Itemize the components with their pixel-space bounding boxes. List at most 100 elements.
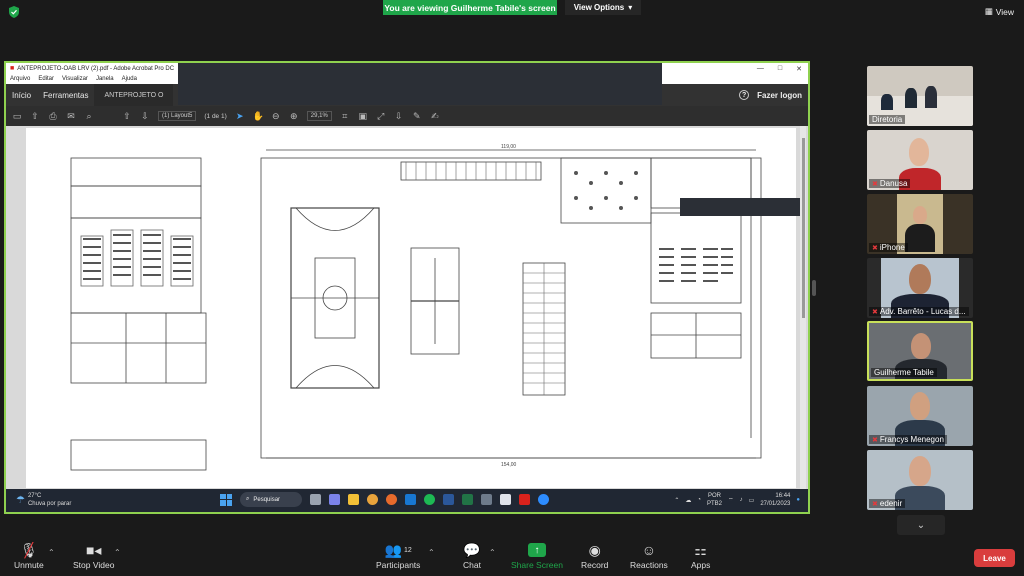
- download-icon[interactable]: ⇩: [394, 111, 404, 121]
- search-icon[interactable]: ⌕: [84, 111, 94, 121]
- view-options-button[interactable]: View Options ▾: [565, 0, 641, 15]
- video-tile-barreto[interactable]: ✖ Adv. Barrêto - Lucas d...: [867, 258, 973, 318]
- apps-button[interactable]: ⚏ Apps: [691, 540, 710, 571]
- participants-button[interactable]: 👥 12 Participants: [376, 540, 420, 571]
- page-indicator[interactable]: (1) Layout5: [158, 111, 197, 121]
- document-area[interactable]: 119,00 154,00: [6, 126, 808, 489]
- zoom-in-icon[interactable]: ⊕: [289, 111, 299, 121]
- reactions-button[interactable]: ☺ Reactions: [630, 540, 668, 570]
- notification-icon[interactable]: ●: [796, 497, 800, 503]
- zoom-out-icon[interactable]: ⊖: [271, 111, 281, 121]
- menu-visualizar[interactable]: Visualizar: [62, 76, 88, 82]
- login-link[interactable]: Fazer logon: [757, 91, 802, 100]
- video-tile-guilherme[interactable]: Guilherme Tabile: [867, 321, 973, 381]
- print-icon[interactable]: ⎙: [48, 111, 58, 121]
- share-screen-button[interactable]: ↑ Share Screen: [511, 540, 563, 570]
- record-button[interactable]: ◉ Record: [581, 540, 608, 571]
- volume-icon[interactable]: ♪: [740, 497, 743, 503]
- gallery-scroll-down-button[interactable]: ⌄: [897, 515, 945, 535]
- help-icon[interactable]: ?: [739, 90, 750, 100]
- grid-icon: ▦: [984, 6, 993, 16]
- participant-name-label: Adv. Barrêto - Lucas d...: [879, 307, 966, 316]
- upload-icon[interactable]: ⇧: [30, 111, 40, 121]
- chrome-icon[interactable]: [367, 494, 378, 505]
- select-cursor-icon[interactable]: ➤: [235, 111, 245, 121]
- chat-label: Chat: [463, 560, 481, 570]
- mail-app-icon[interactable]: [500, 494, 511, 505]
- zoom-field[interactable]: 29,1%: [306, 111, 332, 121]
- task-view-icon[interactable]: [310, 494, 321, 505]
- cloud-icon[interactable]: ☁: [685, 497, 691, 504]
- search-icon: ⌕: [246, 496, 250, 502]
- menu-arquivo[interactable]: Arquivo: [10, 76, 30, 82]
- chat-icon: 💬: [463, 541, 481, 558]
- person-face: [909, 264, 931, 294]
- network-icon[interactable]: ◔: [697, 497, 701, 503]
- wifi-icon[interactable]: ⌔: [728, 496, 734, 504]
- scrollbar-thumb[interactable]: [802, 138, 805, 318]
- security-shield-icon[interactable]: [8, 6, 20, 18]
- video-options-caret-icon[interactable]: ⌃: [114, 548, 121, 557]
- chat-button[interactable]: 💬 Chat: [463, 540, 481, 571]
- clock-time: 16:44: [775, 493, 791, 499]
- battery-icon[interactable]: ▭: [749, 497, 755, 504]
- language-indicator[interactable]: POR PTB2: [707, 492, 722, 508]
- unmute-button[interactable]: 🎙 ╱ Unmute: [14, 540, 44, 571]
- tab-inicio[interactable]: Início: [6, 91, 37, 100]
- taskbar-search[interactable]: ⌕ Pesquisar: [240, 492, 302, 507]
- person: [905, 88, 917, 108]
- view-button[interactable]: ▦ View: [985, 6, 1014, 17]
- view-label: View: [995, 6, 1014, 17]
- video-tile-edenir[interactable]: ✖ edenir: [867, 450, 973, 510]
- menu-janela[interactable]: Janela: [96, 76, 114, 82]
- fit-page-icon[interactable]: ▣: [358, 111, 368, 121]
- acrobat-icon[interactable]: [519, 494, 530, 505]
- windows-start-icon[interactable]: [220, 493, 232, 506]
- video-tile-diretoria[interactable]: Diretoria: [867, 66, 973, 126]
- comment-icon[interactable]: ✎: [412, 111, 422, 121]
- view-options-label: View Options: [573, 3, 625, 12]
- audio-options-caret-icon[interactable]: ⌃: [48, 548, 55, 557]
- taskbar-apps: ⌕ Pesquisar: [220, 492, 549, 507]
- maximize-icon[interactable]: □: [778, 65, 782, 72]
- file-explorer-icon[interactable]: [348, 494, 359, 505]
- spotify-icon[interactable]: [424, 494, 435, 505]
- weather-text: Chuva por parar: [27, 501, 72, 507]
- chevron-up-icon[interactable]: ⌃: [674, 497, 679, 504]
- teams-chat-icon[interactable]: [329, 494, 340, 505]
- participants-caret-icon[interactable]: ⌃: [428, 548, 435, 557]
- video-tile-iphone[interactable]: ✖ iPhone: [867, 194, 973, 254]
- panel-resize-handle[interactable]: [812, 280, 816, 296]
- app-icon[interactable]: [481, 494, 492, 505]
- video-tile-francys[interactable]: ✖ Francys Menegon: [867, 386, 973, 446]
- hand-tool-icon[interactable]: ✋: [253, 111, 264, 121]
- tab-ferramentas[interactable]: Ferramentas: [37, 91, 94, 100]
- zoom-icon[interactable]: [538, 494, 549, 505]
- redacted-overlay: [680, 198, 800, 216]
- stop-video-button[interactable]: ■◂ Stop Video: [73, 540, 114, 571]
- weather-widget[interactable]: ☂ 27°C Chuva por parar: [16, 492, 71, 508]
- close-icon[interactable]: ✕: [796, 65, 802, 73]
- participant-name: ✖ Adv. Barrêto - Lucas d...: [869, 307, 969, 316]
- save-icon[interactable]: ▭: [12, 111, 22, 121]
- mic-muted-icon: ✖: [872, 308, 878, 316]
- page-down-icon[interactable]: ⇩: [140, 111, 150, 121]
- video-tile-danusa[interactable]: ✖ Danusa: [867, 130, 973, 190]
- word-icon[interactable]: [443, 494, 454, 505]
- page-up-icon[interactable]: ⇧: [122, 111, 132, 121]
- fullscreen-icon[interactable]: ⤢: [376, 111, 386, 121]
- viewing-banner: You are viewing Guilherme Tabile's scree…: [383, 0, 557, 15]
- taskbar-clock[interactable]: 16:44 27/01/2023: [760, 492, 790, 508]
- menu-editar[interactable]: Editar: [38, 76, 54, 82]
- chat-caret-icon[interactable]: ⌃: [489, 548, 496, 557]
- excel-icon[interactable]: [462, 494, 473, 505]
- minimize-icon[interactable]: —: [757, 65, 764, 72]
- leave-button[interactable]: Leave: [974, 549, 1015, 567]
- pen-icon[interactable]: ✍: [430, 111, 440, 121]
- mail-icon[interactable]: ✉: [66, 111, 76, 121]
- outlook-icon[interactable]: [405, 494, 416, 505]
- menu-ajuda[interactable]: Ajuda: [122, 76, 137, 82]
- crop-icon[interactable]: ⌗: [340, 111, 350, 121]
- firefox-icon[interactable]: [386, 494, 397, 505]
- tab-document[interactable]: ANTEPROJETO O: [94, 84, 174, 106]
